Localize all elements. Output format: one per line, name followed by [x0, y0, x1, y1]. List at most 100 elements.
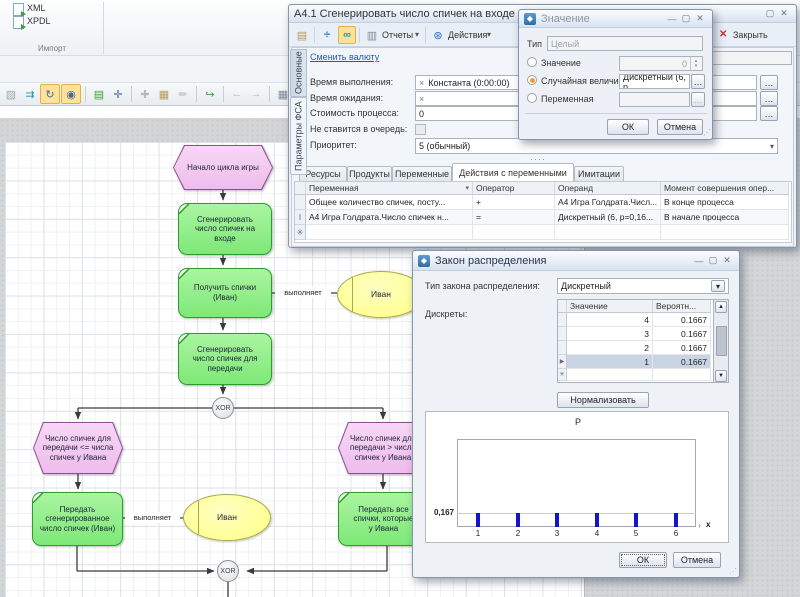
format-brush-icon[interactable]: ✏ [174, 85, 192, 103]
discretes-scrollbar[interactable]: ▲ ▼ [714, 299, 729, 383]
distribution-dialog-titlebar[interactable]: ◆ Закон распределения — ▢ ✕ [413, 251, 739, 271]
reports-dropdown-icon[interactable]: ▾ [415, 30, 419, 39]
page-setup-icon[interactable]: ▤ [90, 85, 108, 103]
card-icon[interactable]: ▤ [293, 26, 311, 44]
maximize-icon[interactable]: ▢ [706, 255, 720, 267]
exec-time-ellipsis-button[interactable]: … [760, 75, 778, 90]
maximize-icon[interactable]: ▢ [763, 8, 777, 20]
maximize-icon[interactable]: ▢ [679, 13, 693, 25]
random-variable-radio[interactable] [527, 75, 537, 85]
chain-link-icon[interactable]: ∞ [338, 26, 356, 44]
random-variable-field[interactable]: Дискретный (6, p [619, 74, 690, 89]
distribution-ok-button[interactable]: ОК [619, 552, 667, 568]
combo-dropdown-icon[interactable]: ▾ [711, 280, 725, 292]
type-label: Тип [527, 39, 542, 49]
normalize-button[interactable]: Нормализовать [557, 392, 649, 408]
table-row[interactable]: Ι А4 Игра Голдрата.Число спичек н... = Д… [295, 210, 791, 225]
clipped-tool-icon[interactable]: ▨ [2, 85, 20, 103]
spinner[interactable]: ▴ ▾ [690, 57, 701, 70]
view-mode-icon[interactable]: ◉ [61, 84, 81, 104]
side-tab-fsa-params[interactable]: Параметры ФСА [290, 97, 307, 175]
value-dialog-titlebar[interactable]: ◆ Значение — ▢ ✕ [519, 10, 712, 28]
tab-variable-actions[interactable]: Действия с переменными [452, 163, 574, 181]
discrete-row-selected[interactable]: ▶ 1 0.1667 [558, 355, 713, 369]
move-icon[interactable]: ✛ [109, 85, 127, 103]
decompose-icon[interactable]: ÷ [318, 26, 336, 44]
close-icon[interactable]: ✕ [693, 13, 707, 25]
process-generate-transfer[interactable]: Сгенерировать число спичек для передачи [178, 333, 272, 385]
xor-gateway-top[interactable]: XOR [212, 397, 234, 419]
actions-button[interactable]: Действия [448, 30, 487, 40]
minimize-icon[interactable]: — [665, 13, 679, 25]
value-spin-field[interactable]: 0 ▴ ▾ [619, 56, 703, 71]
forward-icon[interactable]: → [247, 85, 265, 103]
close-icon[interactable]: ✕ [720, 255, 734, 267]
paste-shape-icon[interactable]: ✚ [136, 85, 154, 103]
ribbon-item-xml[interactable]: XML [27, 3, 46, 13]
discrete-row[interactable]: 3 0.1667 [558, 327, 713, 341]
tab-imitations[interactable]: Имитации [574, 166, 624, 181]
ribbon-item-xpdl[interactable]: XPDL [27, 16, 51, 26]
new-row-icon: ✳ [295, 225, 306, 240]
resize-grip[interactable]: ⋰ [703, 128, 710, 137]
table-row-new[interactable]: ✳ [295, 225, 791, 240]
reports-button[interactable]: Отчеты [382, 30, 413, 40]
variable-ellipsis-button[interactable]: … [691, 92, 705, 107]
process-get-matches[interactable]: Получить спички (Иван) [178, 268, 272, 318]
go-to-icon[interactable]: ↪ [201, 85, 219, 103]
distribution-type-combo[interactable]: Дискретный ▾ [557, 278, 729, 294]
distribution-cancel-button[interactable]: Отмена [673, 552, 721, 568]
event-start-cycle[interactable]: Начало цикла игры [173, 145, 273, 190]
scrollbar-thumb[interactable] [716, 326, 727, 356]
table-row[interactable]: Общее количество спичек, посту... + А4 И… [295, 195, 791, 210]
discrete-row[interactable]: 4 0.1667 [558, 313, 713, 327]
priority-dropdown-icon[interactable]: ▾ [770, 142, 774, 151]
clear-icon[interactable]: × [419, 78, 424, 88]
random-variable-ellipsis-button[interactable]: … [691, 74, 705, 89]
clear-icon[interactable]: × [419, 94, 424, 104]
variable-radio[interactable] [527, 93, 537, 103]
col-moment[interactable]: Момент совершения опер... [661, 182, 789, 195]
tab-variables[interactable]: Переменные [392, 166, 452, 181]
value-cancel-button[interactable]: Отмена [657, 119, 703, 135]
actions-icon[interactable]: ⊛ [429, 26, 447, 44]
xpdl-import-icon [13, 16, 24, 29]
spin-down-icon: ▾ [695, 64, 698, 69]
close-icon[interactable]: ✕ [777, 8, 791, 20]
refresh-icon[interactable]: ↻ [40, 84, 60, 104]
resize-grip[interactable]: ⋰ [729, 567, 736, 576]
close-red-icon[interactable]: ✕ [719, 29, 727, 40]
actions-dropdown-icon[interactable]: ▾ [487, 30, 491, 39]
col-operand[interactable]: Операнд [555, 182, 661, 195]
actor-ivan-ellipse[interactable]: Иван [183, 494, 271, 541]
priority-combo[interactable]: 5 (обычный) ▾ [415, 138, 778, 154]
type-field[interactable]: Целый [547, 36, 703, 51]
xor-gateway-bottom[interactable]: XOR [217, 560, 239, 582]
no-queue-checkbox[interactable] [415, 124, 426, 135]
value-radio[interactable] [527, 57, 537, 67]
side-tab-main[interactable]: Основные [290, 49, 307, 97]
back-icon[interactable]: ← [228, 85, 246, 103]
variable-field[interactable] [619, 92, 690, 107]
event-transfer-le[interactable]: Число спичек для передачи <= числа спиче… [33, 422, 123, 474]
discrete-row[interactable]: 2 0.1667 [558, 341, 713, 355]
scroll-up-icon[interactable]: ▲ [715, 301, 727, 313]
tab-products[interactable]: Продукты [347, 166, 392, 181]
value-ok-button[interactable]: ОК [607, 119, 649, 135]
discrete-row-new[interactable]: ✳ [558, 369, 713, 381]
minimize-icon[interactable]: — [692, 255, 706, 267]
change-currency-link[interactable]: Сменить валюту [310, 52, 379, 62]
printer-icon[interactable]: ▥ [363, 26, 381, 44]
cost-ellipsis-button[interactable]: … [760, 106, 778, 121]
col-value[interactable]: Значение [567, 300, 653, 313]
col-operator[interactable]: Оператор [473, 182, 555, 195]
close-button[interactable]: Закрыть [733, 30, 768, 40]
col-probability[interactable]: Вероятн... [653, 300, 711, 313]
scroll-down-icon[interactable]: ▼ [715, 370, 727, 382]
process-transfer-generated[interactable]: Передать сгенерированное число спичек (И… [32, 492, 123, 546]
process-generate-input[interactable]: Сгенерировать число спичек на входе [178, 203, 272, 255]
wait-time-ellipsis-button[interactable]: … [760, 91, 778, 106]
autoarrange-icon[interactable]: ⇉ [21, 85, 39, 103]
image-icon[interactable]: ▦ [155, 85, 173, 103]
col-variable[interactable]: Переменная ▾ [306, 182, 473, 195]
